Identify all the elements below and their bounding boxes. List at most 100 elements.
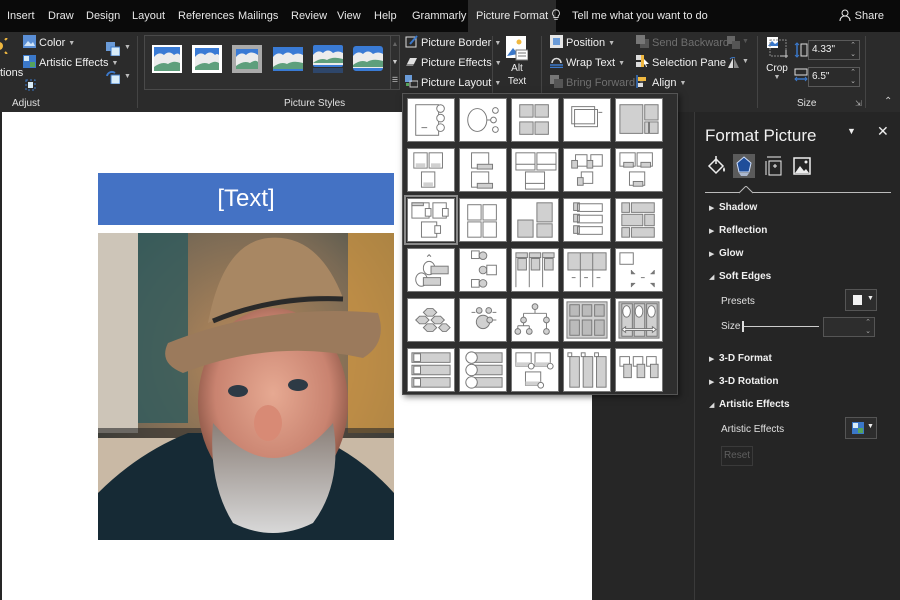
close-icon[interactable]: ✕ bbox=[877, 123, 889, 140]
tab-review[interactable]: Review bbox=[291, 0, 327, 32]
soft-edges-presets-dropdown[interactable]: ▼ bbox=[845, 289, 877, 311]
rotate-icon[interactable] bbox=[727, 56, 740, 69]
section-glow[interactable]: ▶ Glow bbox=[709, 248, 743, 259]
picture-style-2[interactable] bbox=[192, 45, 222, 73]
picture-layout-option[interactable] bbox=[407, 98, 455, 142]
bring-forward-button[interactable]: Bring Forward▼ bbox=[550, 74, 645, 92]
picture-layout-option[interactable] bbox=[563, 148, 611, 192]
picture-layout-option[interactable] bbox=[407, 248, 455, 292]
tab-help[interactable]: Help bbox=[374, 0, 397, 32]
effects-tab[interactable] bbox=[733, 154, 755, 178]
picture-layout-option[interactable] bbox=[511, 148, 559, 192]
picture-layout-text-box[interactable]: [Text] bbox=[98, 173, 394, 225]
portrait-photo[interactable] bbox=[98, 233, 394, 540]
picture-layout-option[interactable] bbox=[407, 298, 455, 342]
picture-layout-option[interactable] bbox=[511, 298, 559, 342]
picture-style-4[interactable] bbox=[273, 45, 303, 73]
tab-layout[interactable]: Layout bbox=[132, 0, 165, 32]
picture-layout-option[interactable] bbox=[459, 148, 507, 192]
picture-layout-option[interactable] bbox=[511, 198, 559, 242]
picture-layout-option[interactable] bbox=[563, 248, 611, 292]
crop-button[interactable]: Crop ▼ bbox=[764, 36, 790, 92]
size-dialog-launcher-icon[interactable]: ⇲ bbox=[855, 99, 862, 108]
picture-layout-option[interactable] bbox=[615, 298, 663, 342]
align-button[interactable]: Align ▼ bbox=[636, 74, 686, 92]
alt-text-button[interactable]: Alt Text bbox=[500, 36, 534, 96]
picture-layout-option[interactable] bbox=[615, 198, 663, 242]
fill-line-tab-icon[interactable] bbox=[705, 154, 727, 178]
picture-tab-icon[interactable] bbox=[791, 154, 813, 178]
reset-button[interactable]: Reset bbox=[721, 446, 753, 466]
tab-picture-format[interactable]: Picture Format bbox=[468, 0, 557, 32]
tell-me-search[interactable]: Tell me what you want to do bbox=[550, 0, 708, 32]
gallery-scroll-up[interactable]: ▲ bbox=[390, 36, 399, 54]
picture-layout-option[interactable] bbox=[615, 248, 663, 292]
wrap-text-button[interactable]: Wrap Text ▼ bbox=[550, 54, 625, 72]
picture-style-1[interactable] bbox=[152, 45, 182, 73]
tab-draw[interactable]: Draw bbox=[48, 0, 74, 32]
height-input[interactable]: 4.33" ⌃ ⌄ bbox=[808, 40, 860, 60]
change-picture-dropdown-icon[interactable]: ▼ bbox=[124, 73, 131, 80]
picture-layout-option[interactable] bbox=[563, 298, 611, 342]
position-button[interactable]: Position ▼ bbox=[550, 34, 615, 52]
picture-layout-option[interactable] bbox=[511, 248, 559, 292]
picture-layout-option[interactable] bbox=[459, 348, 507, 392]
picture-layout-option[interactable] bbox=[615, 148, 663, 192]
compress-dropdown-icon[interactable]: ▼ bbox=[124, 44, 131, 51]
tab-references[interactable]: References bbox=[178, 0, 234, 32]
share-button[interactable]: Share bbox=[839, 0, 884, 32]
width-input[interactable]: 6.5" ⌃ ⌄ bbox=[808, 67, 860, 87]
soft-edges-size-input[interactable]: ⌃ ⌄ bbox=[823, 317, 875, 337]
picture-layout-option[interactable] bbox=[459, 248, 507, 292]
picture-layout-option[interactable] bbox=[615, 348, 663, 392]
picture-layout-option[interactable] bbox=[511, 98, 559, 142]
picture-layout-option[interactable] bbox=[459, 198, 507, 242]
height-spinner[interactable]: ⌃ ⌄ bbox=[850, 41, 856, 59]
picture-layout-option[interactable] bbox=[563, 348, 611, 392]
picture-layout-option[interactable] bbox=[511, 348, 559, 392]
tab-insert[interactable]: Insert bbox=[7, 0, 35, 32]
selection-pane-button[interactable]: Selection Pane bbox=[636, 54, 726, 72]
picture-layout-option[interactable] bbox=[459, 298, 507, 342]
transparency-icon[interactable] bbox=[24, 78, 37, 92]
picture-layout-option[interactable] bbox=[407, 348, 455, 392]
artistic-effects-dropdown[interactable]: ▼ bbox=[845, 417, 877, 439]
soft-edges-size-slider[interactable] bbox=[743, 326, 819, 327]
section-soft-edges[interactable]: ◢ Soft Edges bbox=[709, 271, 771, 282]
picture-style-6[interactable] bbox=[353, 45, 383, 73]
gallery-more[interactable]: ☰ bbox=[390, 72, 399, 90]
picture-layout-option[interactable] bbox=[563, 98, 611, 142]
section-shadow[interactable]: ▶ Shadow bbox=[709, 202, 757, 213]
gallery-scroll-down[interactable]: ▼ bbox=[390, 54, 399, 72]
rotate-dropdown-icon[interactable]: ▼ bbox=[742, 58, 749, 65]
width-spinner[interactable]: ⌃ ⌄ bbox=[850, 68, 856, 86]
size-properties-tab-icon[interactable] bbox=[763, 154, 785, 178]
artistic-effects-button[interactable]: Artistic Effects ▼ bbox=[23, 54, 118, 72]
tab-mailings[interactable]: Mailings bbox=[238, 0, 278, 32]
corrections-icon[interactable] bbox=[0, 38, 10, 54]
pane-options-icon[interactable]: ▼ bbox=[847, 126, 856, 136]
tab-design[interactable]: Design bbox=[86, 0, 120, 32]
picture-layout-option[interactable] bbox=[563, 198, 611, 242]
corrections-button[interactable]: tions bbox=[0, 64, 23, 82]
picture-style-3[interactable] bbox=[232, 45, 262, 73]
picture-effects-button[interactable]: Picture Effects ▼ bbox=[405, 54, 502, 72]
picture-style-5[interactable] bbox=[313, 45, 343, 73]
size-spinner[interactable]: ⌃ ⌄ bbox=[865, 318, 871, 336]
picture-layout-option[interactable] bbox=[459, 98, 507, 142]
picture-layout-option[interactable] bbox=[404, 195, 458, 245]
section-reflection[interactable]: ▶ Reflection bbox=[709, 225, 767, 236]
slider-thumb[interactable] bbox=[742, 321, 744, 332]
change-picture-icon[interactable] bbox=[106, 70, 120, 84]
send-backward-button[interactable]: Send Backward▼ bbox=[636, 34, 739, 52]
picture-layout-option[interactable] bbox=[407, 148, 455, 192]
picture-layout-button[interactable]: Picture Layout ▼ bbox=[405, 74, 501, 92]
tab-grammarly[interactable]: Grammarly bbox=[412, 0, 466, 32]
collapse-ribbon-icon[interactable]: ⌃ bbox=[884, 96, 892, 107]
tab-view[interactable]: View bbox=[337, 0, 361, 32]
group-dropdown-icon[interactable]: ▼ bbox=[742, 38, 749, 45]
picture-border-button[interactable]: Picture Border ▼ bbox=[405, 34, 501, 52]
picture-layout-option[interactable] bbox=[615, 98, 663, 142]
section-artistic-effects[interactable]: ◢ Artistic Effects bbox=[709, 399, 790, 410]
color-button[interactable]: Color ▼ bbox=[23, 34, 75, 52]
